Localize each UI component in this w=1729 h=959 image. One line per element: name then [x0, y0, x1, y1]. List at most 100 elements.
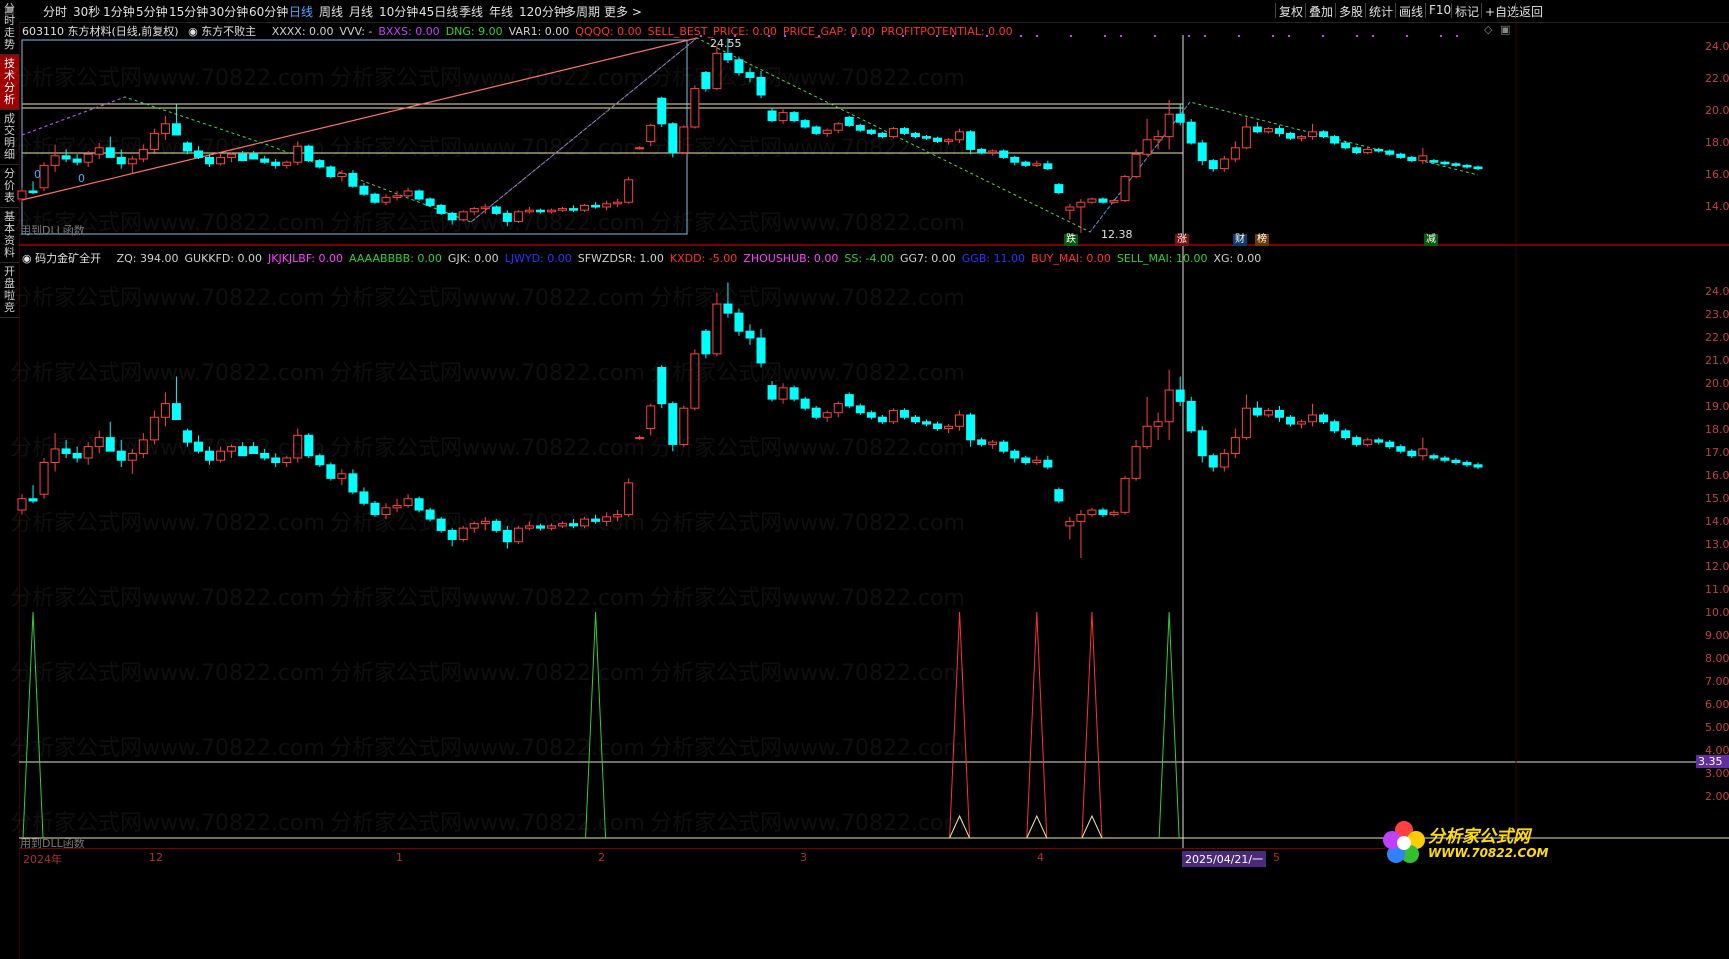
kline-candle-top	[1197, 142, 1207, 162]
date-tick-label: 2	[598, 851, 605, 864]
kline-candle-top	[535, 209, 545, 213]
kline-candle-bottom	[955, 414, 965, 427]
signal-dot	[1372, 35, 1374, 37]
kline-candle-bottom	[1396, 446, 1406, 452]
kline-candle-bottom	[999, 441, 1009, 452]
kline-candle-bottom	[1208, 455, 1218, 468]
kline-candle-top	[171, 123, 181, 136]
kline-candle-bottom	[436, 518, 446, 531]
axis-tick-label: 15.00	[1705, 491, 1729, 505]
kline-candle-bottom	[271, 457, 281, 464]
kline-candle-bottom	[359, 491, 369, 504]
axis-tick-label: 9.00	[1705, 629, 1729, 643]
low-price-label: 12.38	[1101, 228, 1133, 241]
kline-candle-top	[381, 196, 391, 203]
date-axis: 2024年 12 1 2 3 4 2025/04/21/一 5	[19, 848, 1385, 867]
logo-text: 分析家公式网	[1428, 827, 1530, 847]
trend-line	[21, 37, 698, 201]
event-tag[interactable]: 减	[1424, 234, 1438, 246]
axis-tick-label: 16.00	[1705, 468, 1729, 482]
kline-candle-top	[888, 128, 898, 138]
kline-candle-bottom	[1131, 446, 1141, 479]
kline-candle-bottom	[182, 430, 192, 443]
axis-tick-label: 18.00	[1705, 422, 1729, 436]
kline-candle-top	[1473, 166, 1483, 170]
kline-candle-top	[17, 190, 27, 200]
panel-divider[interactable]	[19, 244, 1729, 246]
kline-candle-top	[1297, 136, 1307, 139]
signal-dot	[1238, 35, 1240, 37]
kline-candle-top	[877, 132, 887, 138]
kline-candle-top	[227, 153, 237, 158]
kline-candle-top	[921, 136, 931, 139]
kline-candle-top	[1043, 163, 1053, 170]
kline-candle-top	[1142, 139, 1152, 155]
kline-candle-bottom	[899, 409, 909, 418]
kline-candle-bottom	[1252, 407, 1262, 416]
signal-dot	[1036, 35, 1038, 37]
kline-candle-top	[414, 190, 424, 200]
price-axis-bottom: 24.00 23.00 22.00 21.00 20.00 19.00 18.00 17.00…	[1705, 285, 1729, 835]
kline-candle-top	[789, 112, 799, 122]
window-icon[interactable]: ▣	[1500, 23, 1510, 36]
kline-candle-bottom	[348, 473, 358, 493]
axis-tick-label: 2.00	[1705, 790, 1729, 803]
kline-candle-top	[569, 208, 579, 211]
kline-candle-top	[72, 158, 82, 163]
kline-candle-bottom	[789, 387, 799, 400]
axis-tick-label: 14.00	[1705, 514, 1729, 528]
dll-note-top: 用到DLL函数	[20, 224, 85, 237]
kline-candle-bottom	[39, 462, 49, 495]
kline-candle-bottom	[1197, 430, 1207, 457]
kline-candle-top	[249, 153, 259, 160]
kline-candle-bottom	[425, 509, 435, 520]
kline-candle-top	[160, 123, 170, 134]
kline-candle-bottom	[1352, 437, 1362, 445]
kline-candle-top	[1109, 200, 1119, 203]
kline-candle-top	[1186, 121, 1196, 144]
event-tag[interactable]: 跌	[1064, 234, 1078, 246]
menu-icon[interactable]: ▣	[4, 3, 14, 16]
event-tag[interactable]: 涨	[1175, 234, 1189, 246]
kline-candle-top	[1308, 131, 1318, 138]
event-tag[interactable]: 榜	[1255, 234, 1269, 246]
event-tag[interactable]: 财	[1233, 234, 1247, 246]
kline-candle-top	[105, 147, 115, 158]
kline-candle-top	[304, 145, 314, 162]
kline-candle-bottom	[17, 498, 27, 511]
kline-candle-bottom	[1076, 514, 1086, 522]
kline-candle-bottom	[138, 439, 148, 454]
kline-candle-bottom	[1341, 430, 1351, 439]
kline-candle-bottom	[723, 303, 733, 314]
diamond-icon[interactable]: ◇	[1484, 23, 1492, 36]
kline-candle-bottom	[800, 398, 810, 409]
axis-tick-label: 23.00	[1705, 307, 1729, 321]
kline-candle-top	[712, 52, 722, 90]
kline-candle-bottom	[105, 437, 115, 452]
kline-candle-bottom	[966, 414, 976, 441]
kline-candle-bottom	[866, 412, 876, 418]
kline-candle-bottom	[1164, 389, 1174, 423]
kline-candle-bottom	[646, 405, 656, 430]
axis-tick-label: 16.00	[1705, 168, 1729, 181]
axis-tick-label: 20.00	[1705, 376, 1729, 390]
axis-tick-label: 17.00	[1705, 445, 1729, 459]
kline-candle-bottom	[326, 464, 336, 479]
signal-dot	[1456, 35, 1458, 37]
kline-candle-top	[734, 59, 744, 74]
kline-candle-bottom	[1285, 416, 1295, 425]
kline-candle-top	[1065, 206, 1075, 211]
kline-candle-top	[1462, 164, 1472, 168]
kline-candle-top	[1131, 153, 1141, 178]
kline-candle-top	[271, 161, 281, 166]
zigzag-line	[21, 37, 1479, 233]
kline-candle-top	[282, 161, 292, 166]
kline-candle-bottom	[1065, 520, 1075, 527]
kline-chart[interactable]	[0, 0, 1729, 959]
kline-candle-bottom	[1330, 421, 1340, 432]
date-tick-label: 2025/04/21/一	[1182, 851, 1267, 867]
kline-candle-top	[1352, 147, 1362, 154]
kline-candle-bottom	[491, 520, 501, 531]
kline-candle-bottom	[1241, 407, 1251, 439]
kline-candle-top	[1087, 198, 1097, 203]
